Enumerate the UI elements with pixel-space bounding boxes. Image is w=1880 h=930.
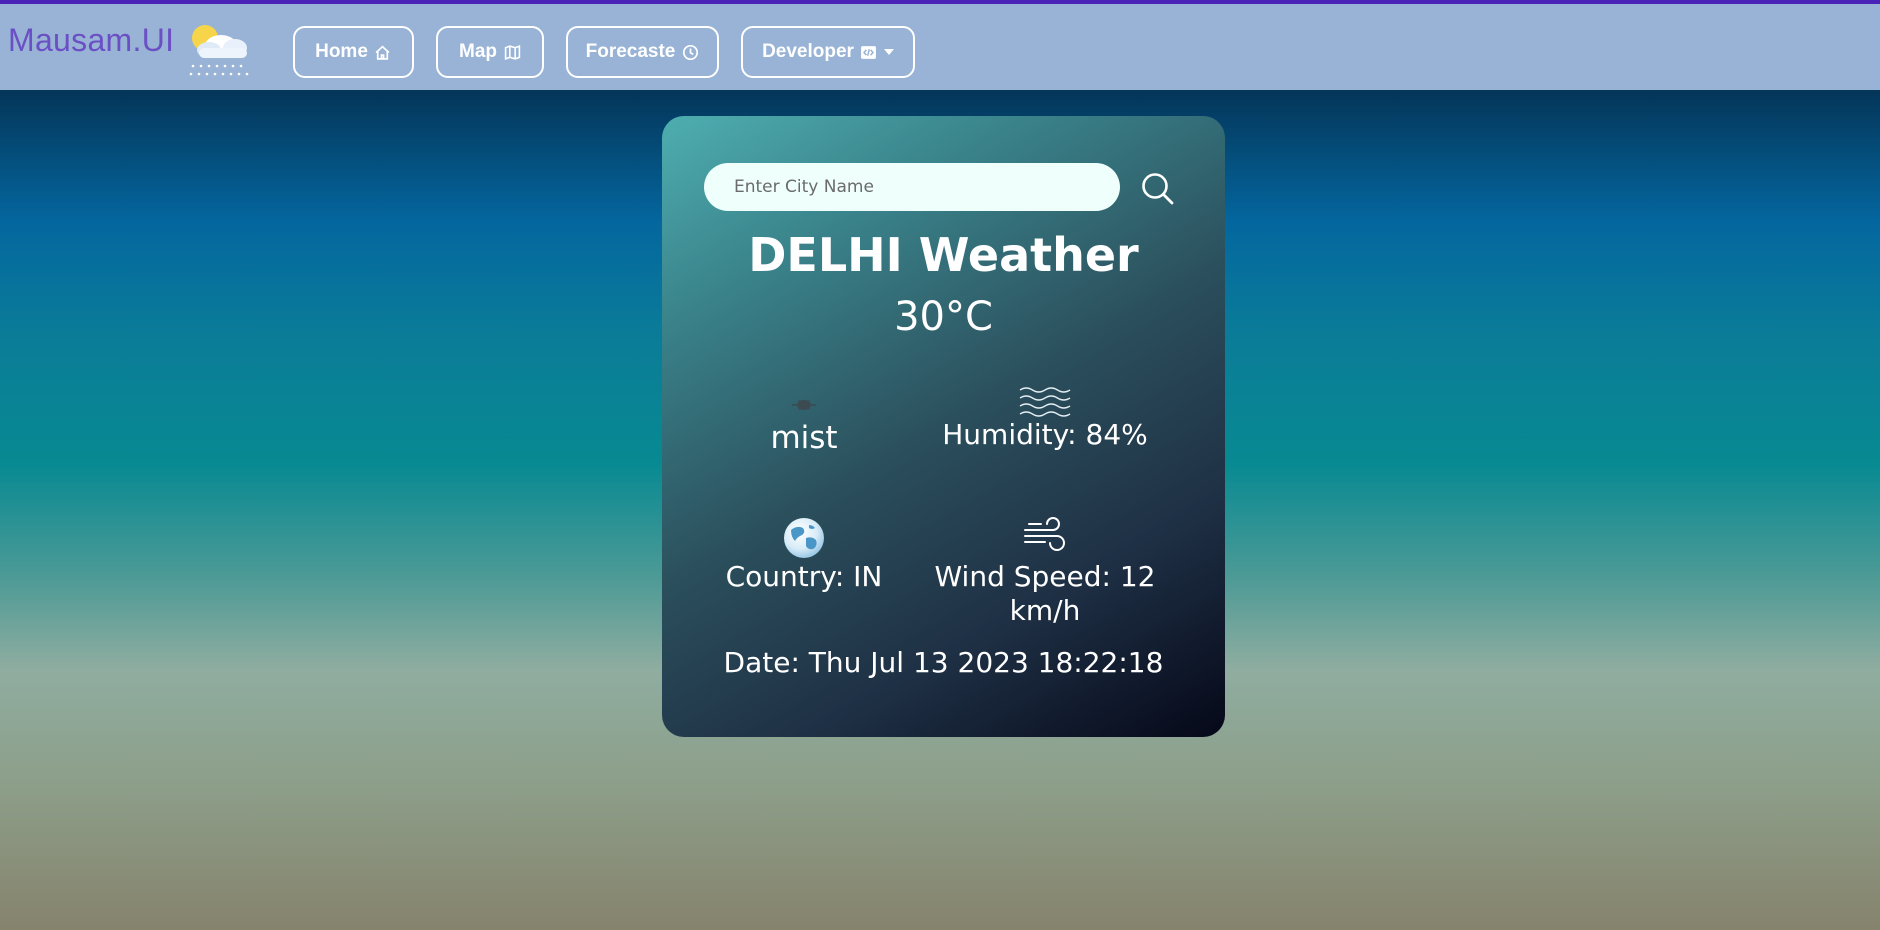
- nav-forecast-label: Forecaste: [585, 41, 676, 62]
- nav-map-button[interactable]: Map: [436, 26, 544, 78]
- wind-text: Wind Speed: 12 km/h: [934, 560, 1156, 627]
- country-text: Country: IN: [725, 560, 883, 593]
- country-info: Country: IN: [684, 516, 924, 593]
- city-weather-title: DELHI Weather: [748, 228, 1139, 282]
- clock-icon: [681, 43, 699, 61]
- mist-icon: [792, 400, 816, 410]
- brand-name[interactable]: Mausam.UI: [8, 22, 174, 59]
- nav-forecast-button[interactable]: Forecaste: [566, 26, 719, 78]
- weather-card: DELHI Weather 30°C mist Humidity: 84%: [662, 116, 1225, 737]
- map-icon: [503, 43, 521, 61]
- city-search-input[interactable]: [704, 163, 1120, 211]
- wind-info: Wind Speed: 12 km/h: [925, 516, 1165, 628]
- humidity-text: Humidity: 84%: [942, 418, 1148, 451]
- navbar: Mausam.UI Home Map Forecaste Developer: [0, 0, 1880, 90]
- temperature-value: 30°C: [894, 294, 993, 340]
- wind-icon: [1024, 517, 1065, 551]
- weather-description: mist: [684, 394, 924, 456]
- humidity-info: Humidity: 84%: [925, 386, 1165, 451]
- sun-cloud-rain-icon: [189, 25, 249, 76]
- nav-developer-dropdown[interactable]: Developer: [741, 26, 915, 78]
- nav-home-button[interactable]: Home: [293, 26, 414, 78]
- code-icon: [860, 43, 878, 61]
- nav-developer-label: Developer: [762, 41, 854, 62]
- caret-down-icon: [883, 43, 894, 61]
- description-text: mist: [770, 420, 838, 456]
- home-icon: [374, 43, 392, 61]
- search-icon[interactable]: [1140, 171, 1176, 207]
- waves-icon: [1019, 387, 1071, 417]
- globe-icon: [784, 518, 824, 558]
- nav-map-label: Map: [459, 41, 497, 62]
- date-text: Date: Thu Jul 13 2023 18:22:18: [723, 646, 1164, 679]
- nav-home-label: Home: [315, 41, 368, 62]
